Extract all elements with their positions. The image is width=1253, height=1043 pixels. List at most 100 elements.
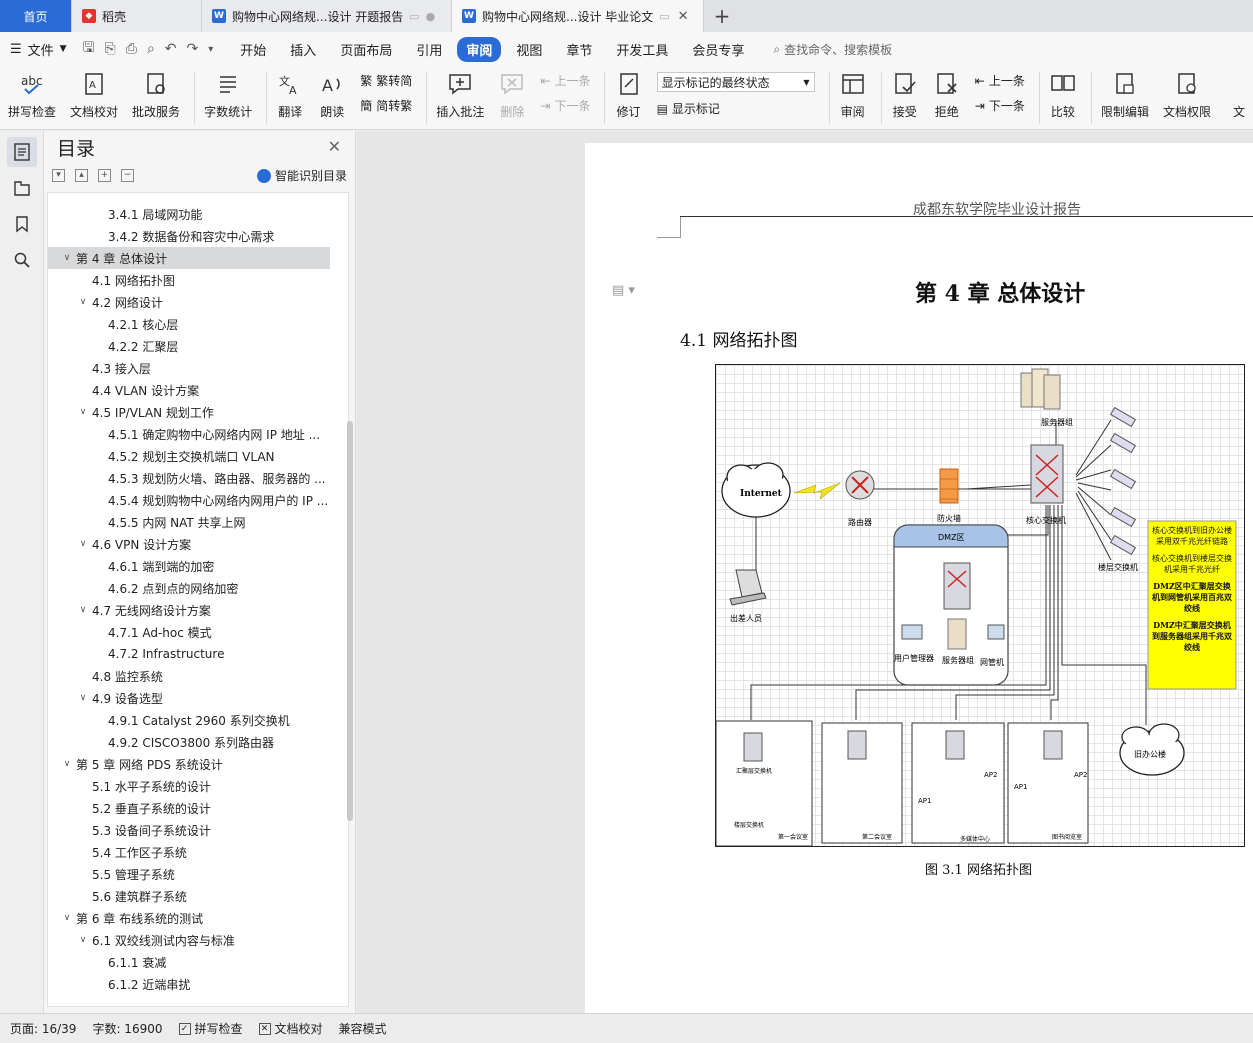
- tab-thesis[interactable]: W 购物中心网络规...设计 毕业论文 ▭ ✕: [452, 0, 704, 32]
- prev-change-button[interactable]: ⇤ 上一条: [975, 72, 1025, 89]
- section-heading[interactable]: 4.1 网络拓扑图: [680, 326, 797, 351]
- export-icon[interactable]: ⎘: [105, 41, 116, 57]
- toc-item[interactable]: 5.1 水平子系统的设计: [48, 775, 348, 797]
- menu-review[interactable]: 审阅: [457, 36, 502, 62]
- toc-item[interactable]: 5.6 建筑群子系统: [48, 885, 348, 907]
- toc-item[interactable]: 6.1.2 近端串扰: [48, 973, 348, 995]
- toc-item[interactable]: ∨ 第 4 章 总体设计: [48, 247, 330, 269]
- toc-item[interactable]: ∨ 4.2 网络设计: [48, 291, 348, 313]
- read-aloud-button[interactable]: A 朗读: [318, 66, 346, 120]
- search-icon[interactable]: [7, 245, 37, 275]
- remove-level-icon[interactable]: −: [121, 168, 134, 182]
- chevron-down-icon[interactable]: ∨: [76, 407, 90, 417]
- toc-item[interactable]: 3.4.2 数据备份和容灾中心需求: [48, 225, 348, 247]
- toc-item[interactable]: ∨ 4.6 VPN 设计方案: [48, 533, 348, 555]
- toc-item[interactable]: 4.1 网络拓扑图: [48, 269, 348, 291]
- toc-item[interactable]: 4.9.2 CISCO3800 系列路由器: [48, 731, 348, 753]
- revise-button[interactable]: 修订: [615, 66, 643, 120]
- next-comment-button[interactable]: ⇥ 下一条: [540, 97, 590, 114]
- toc-item[interactable]: 5.2 垂直子系统的设计: [48, 797, 348, 819]
- toc-item[interactable]: 4.6.1 端到端的加密: [48, 555, 348, 577]
- trad-to-simp-button[interactable]: 繁繁转简: [360, 72, 412, 89]
- toc-item[interactable]: 4.8 监控系统: [48, 665, 348, 687]
- menu-layout[interactable]: 页面布局: [331, 37, 401, 62]
- insert-comment-button[interactable]: 插入批注: [436, 66, 484, 120]
- toc-panel-icon[interactable]: [7, 137, 37, 167]
- save-icon[interactable]: 🖫: [83, 37, 95, 61]
- toc-item[interactable]: ∨ 6.1 双绞线测试内容与标准: [48, 929, 348, 951]
- toc-item[interactable]: 4.7.1 Ad-hoc 模式: [48, 621, 348, 643]
- spell-check-status[interactable]: ✓ 拼写检查: [178, 1020, 243, 1037]
- word-count-indicator[interactable]: 字数: 16900: [92, 1020, 162, 1037]
- chapter-heading[interactable]: 第 4 章 总体设计: [915, 276, 1085, 308]
- menu-view[interactable]: 视图: [507, 37, 551, 62]
- tab-docer[interactable]: ◆ 稻壳: [72, 0, 202, 32]
- toc-item[interactable]: 4.4 VLAN 设计方案: [48, 379, 348, 401]
- simp-to-trad-button[interactable]: 簡简转繁: [360, 97, 412, 114]
- collapse-all-icon[interactable]: ▴: [75, 168, 88, 182]
- menu-start[interactable]: 开始: [231, 37, 275, 62]
- tab-home[interactable]: 首页: [0, 0, 72, 32]
- menu-reference[interactable]: 引用: [407, 37, 451, 62]
- show-markup-button[interactable]: ▤ 显示标记: [657, 100, 815, 117]
- reject-button[interactable]: 拒绝: [933, 66, 961, 120]
- doc-proof-button[interactable]: A 文档校对: [70, 66, 118, 120]
- toc-item[interactable]: 4.7.2 Infrastructure: [48, 643, 348, 665]
- more-icon[interactable]: ▾: [208, 44, 213, 55]
- review-pane-button[interactable]: 审阅: [839, 66, 867, 120]
- chevron-down-icon[interactable]: ∨: [76, 539, 90, 549]
- batch-service-button[interactable]: 批改服务: [132, 66, 180, 120]
- toc-scrollbar[interactable]: [347, 421, 353, 821]
- add-level-icon[interactable]: +: [98, 168, 111, 182]
- toc-item[interactable]: ∨ 4.9 设备选型: [48, 687, 348, 709]
- close-tab-icon[interactable]: ✕: [678, 9, 689, 24]
- chevron-down-icon[interactable]: ∨: [60, 253, 74, 263]
- tab-proposal[interactable]: W 购物中心网络规...设计 开题报告 ▭ ●: [202, 0, 452, 32]
- chevron-down-icon[interactable]: ∨: [76, 935, 90, 945]
- toc-item[interactable]: 5.4 工作区子系统: [48, 841, 348, 863]
- toc-item[interactable]: 4.6.2 点到点的网络加密: [48, 577, 348, 599]
- expand-all-icon[interactable]: ▾: [52, 168, 65, 182]
- toc-item[interactable]: 4.5.4 规划购物中心网络内网用户的 IP ...: [48, 489, 348, 511]
- toc-item[interactable]: ∨ 第 6 章 布线系统的测试: [48, 907, 348, 929]
- close-icon[interactable]: ✕: [328, 137, 341, 156]
- undo-icon[interactable]: ↶: [165, 41, 177, 57]
- doc-permission-button[interactable]: 文档权限: [1163, 66, 1211, 120]
- toc-item[interactable]: 4.5.5 内网 NAT 共享上网: [48, 511, 348, 533]
- toc-item[interactable]: 4.3 接入层: [48, 357, 348, 379]
- screen-icon[interactable]: ▭: [409, 10, 419, 23]
- translate-button[interactable]: 文A 翻译: [276, 66, 304, 120]
- menu-member[interactable]: 会员专享: [683, 37, 753, 62]
- restrict-edit-button[interactable]: 限制编辑: [1101, 66, 1149, 120]
- toc-item[interactable]: 4.2.2 汇聚层: [48, 335, 348, 357]
- chevron-down-icon[interactable]: ∨: [76, 693, 90, 703]
- menu-insert[interactable]: 插入: [281, 37, 325, 62]
- chevron-down-icon[interactable]: ∨: [76, 605, 90, 615]
- spell-check-button[interactable]: abc 拼写检查: [8, 66, 56, 120]
- bookmark-icon[interactable]: [7, 209, 37, 239]
- network-topology-figure[interactable]: Internet 路由器 防火墙 服务器组 核心交换机 楼层交换机 DMZ区 用…: [715, 364, 1245, 847]
- toc-item[interactable]: 3.4.1 局域网功能: [48, 203, 348, 225]
- accept-button[interactable]: 接受: [891, 66, 919, 120]
- menu-devtools[interactable]: 开发工具: [607, 37, 677, 62]
- page-indicator[interactable]: 页面: 16/39: [10, 1020, 76, 1037]
- chapter-nav-icon[interactable]: [7, 173, 37, 203]
- preview-icon[interactable]: ⌕: [147, 41, 155, 57]
- toc-item[interactable]: 4.5.1 确定购物中心网络内网 IP 地址 ...: [48, 423, 348, 445]
- new-tab-button[interactable]: +: [704, 0, 740, 32]
- toc-item[interactable]: 4.5.2 规划主交换机端口 VLAN: [48, 445, 348, 467]
- toc-item[interactable]: 6.1.1 衰减: [48, 951, 348, 973]
- toc-item[interactable]: 4.2.1 核心层: [48, 313, 348, 335]
- chevron-down-icon[interactable]: ∨: [76, 297, 90, 307]
- command-search[interactable]: ⌕ 查找命令、搜索模板: [773, 41, 892, 58]
- doc-proof-status[interactable]: ✕ 文档校对: [258, 1020, 323, 1037]
- markup-state-select[interactable]: 显示标记的最终状态 ▼: [656, 72, 815, 92]
- word-count-button[interactable]: 字数统计: [204, 66, 252, 120]
- paragraph-menu-icon[interactable]: ▤ ▾: [612, 283, 635, 298]
- prev-comment-button[interactable]: ⇤ 上一条: [540, 72, 590, 89]
- toc-item[interactable]: ∨ 4.5 IP/VLAN 规划工作: [48, 401, 348, 423]
- menu-chapter[interactable]: 章节: [557, 37, 601, 62]
- chevron-down-icon[interactable]: ∨: [60, 759, 74, 769]
- toc-item[interactable]: 4.9.1 Catalyst 2960 系列交换机: [48, 709, 348, 731]
- smart-toc-button[interactable]: 智能识别目录: [256, 167, 347, 184]
